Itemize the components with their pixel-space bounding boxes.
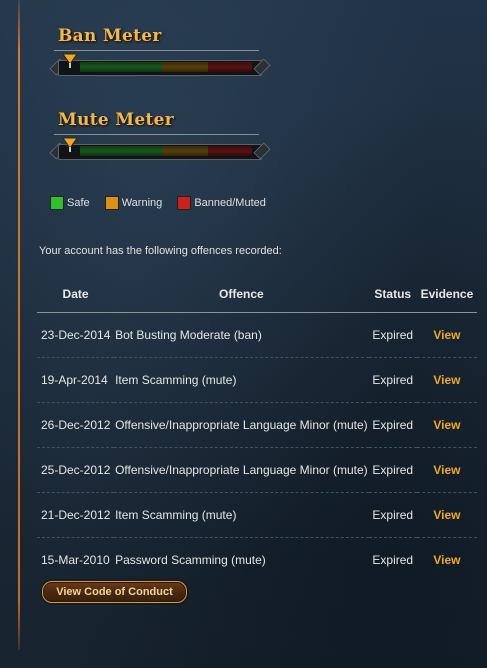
view-evidence-link[interactable]: View (416, 357, 477, 403)
view-evidence-link[interactable]: View (416, 402, 477, 448)
offence-status: Expired (368, 492, 417, 538)
offence-status: Expired (368, 402, 417, 448)
offence-status: Expired (372, 553, 414, 567)
legend-warning: Warning (104, 196, 163, 210)
offence-date: 26-Dec-2012 (37, 402, 115, 448)
offence-date: 25-Dec-2012 (37, 447, 115, 493)
table-row: 15-Mar-2010 Password Scamming (mute) Exp… (37, 538, 477, 583)
meter-banned-zone (208, 62, 252, 72)
view-evidence-link[interactable]: View (417, 538, 477, 583)
offence-name: Item Scamming (mute) (114, 357, 369, 403)
offence-name: Offensive/Inappropriate Language Minor (… (114, 447, 369, 493)
offence-status: Expired (368, 357, 417, 403)
ban-meter-divider (54, 50, 259, 51)
header-offence: Offence (114, 276, 369, 313)
banned-swatch-icon (177, 196, 192, 210)
offence-status: Expired (368, 312, 417, 358)
offence-date: 21-Dec-2012 (37, 492, 115, 538)
view-code-of-conduct-button[interactable]: View Code of Conduct (42, 581, 187, 603)
view-evidence-link[interactable]: View (416, 447, 477, 493)
legend-banned-label: Banned/Muted (194, 197, 266, 209)
table-header-row: Date Offence Status Evidence (37, 276, 477, 313)
ban-meter-bar (49, 53, 271, 78)
decorative-vertical-line (18, 0, 20, 650)
meter-banned-zone (208, 146, 252, 156)
offence-status: Expired (368, 447, 417, 493)
offence-date: 15-Mar-2010 (41, 553, 110, 567)
offence-name: Password Scamming (mute) (115, 553, 266, 567)
offence-date: 19-Apr-2014 (37, 357, 115, 403)
meter-pointer-icon (62, 53, 78, 68)
offences-intro-text: Your account has the following offences … (39, 245, 282, 257)
mute-meter: Mute Meter (49, 110, 271, 162)
offences-table: Date Offence Status Evidence 23-Dec-2014… (37, 276, 477, 582)
mute-meter-bar (49, 137, 271, 162)
ban-meter-title: Ban Meter (58, 26, 162, 46)
mute-meter-title: Mute Meter (58, 110, 175, 130)
table-row: 25-Dec-2012 Offensive/Inappropriate Lang… (37, 447, 477, 493)
meter-safe-zone (80, 62, 162, 72)
offence-date: 23-Dec-2014 (37, 312, 115, 358)
warning-swatch-icon (104, 196, 119, 210)
table-row: 23-Dec-2014 Bot Busting Moderate (ban) E… (37, 312, 477, 358)
header-evidence: Evidence (416, 276, 477, 313)
meter-warning-zone (162, 62, 208, 72)
legend-warning-label: Warning (121, 197, 163, 209)
table-row: 26-Dec-2012 Offensive/Inappropriate Lang… (37, 402, 477, 448)
legend-banned: Banned/Muted (177, 196, 266, 210)
offence-name: Item Scamming (mute) (114, 492, 369, 538)
offence-name: Offensive/Inappropriate Language Minor (… (114, 402, 369, 448)
legend-safe-label: Safe (67, 197, 90, 209)
safe-swatch-icon (50, 196, 64, 210)
view-evidence-link[interactable]: View (416, 492, 477, 538)
offence-name: Bot Busting Moderate (ban) (114, 312, 369, 358)
meter-warning-zone (162, 146, 208, 156)
header-date: Date (37, 276, 115, 313)
header-status: Status (368, 276, 417, 313)
meter-safe-zone (80, 146, 162, 156)
table-row: 19-Apr-2014 Item Scamming (mute) Expired… (37, 357, 477, 403)
ban-meter: Ban Meter (49, 26, 271, 78)
view-evidence-link[interactable]: View (416, 312, 477, 358)
meter-pointer-icon (62, 137, 78, 152)
meter-legend: Safe Warning Banned/Muted (50, 196, 278, 213)
legend-safe: Safe (50, 196, 90, 210)
table-row: 21-Dec-2012 Item Scamming (mute) Expired… (37, 492, 477, 538)
mute-meter-divider (54, 134, 259, 135)
